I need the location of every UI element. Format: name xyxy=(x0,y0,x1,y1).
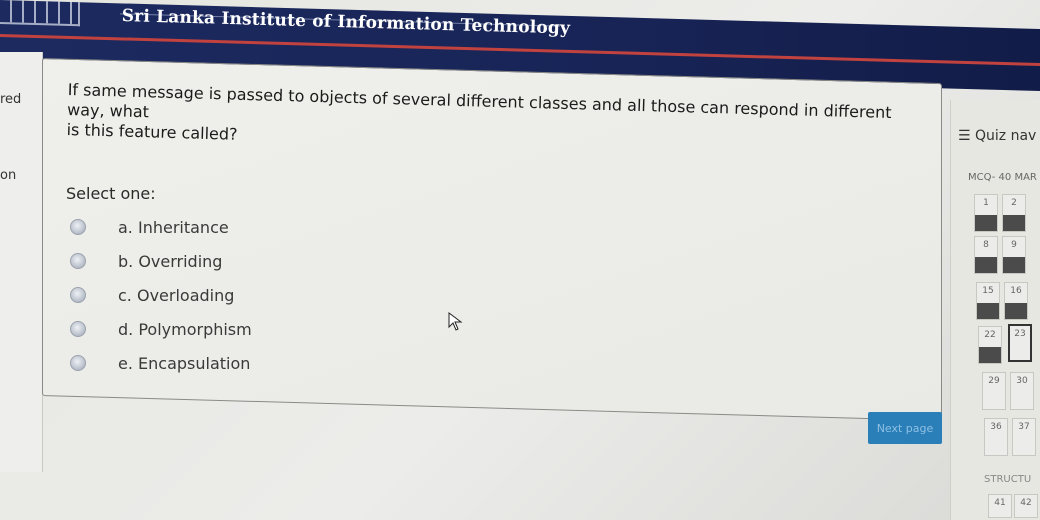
quiz-nav-number: 22 xyxy=(984,330,996,340)
answer-options: a. Inheritance b. Overriding c. Overload… xyxy=(70,210,252,380)
answered-indicator xyxy=(1005,303,1027,319)
quiz-nav-number: 1 xyxy=(983,198,989,208)
left-panel: red on xyxy=(0,52,43,472)
quiz-nav-number: 23 xyxy=(1014,329,1026,339)
institute-logo xyxy=(0,0,80,27)
quiz-nav-number: 37 xyxy=(1018,422,1030,432)
quiz-nav-button[interactable]: 36 xyxy=(984,418,1008,456)
quiz-nav-button[interactable]: 29 xyxy=(982,372,1006,410)
answered-indicator xyxy=(975,257,997,273)
left-fragment-1: red xyxy=(0,92,22,107)
quiz-nav-button[interactable]: 8 xyxy=(974,236,998,274)
option-e[interactable]: e. Encapsulation xyxy=(70,346,252,380)
quiz-nav-number: 15 xyxy=(982,286,994,296)
quiz-nav-number: 9 xyxy=(1011,240,1017,250)
quiz-nav-button[interactable]: 42 xyxy=(1014,494,1038,518)
quiz-nav-button[interactable]: 41 xyxy=(988,494,1012,518)
quiz-nav-title: ☰ Quiz nav xyxy=(958,128,1036,144)
option-label-a[interactable]: a. Inheritance xyxy=(118,218,229,237)
quiz-nav-subtitle: MCQ- 40 MAR xyxy=(968,172,1037,183)
option-label-b[interactable]: b. Overriding xyxy=(118,252,222,271)
next-page-button[interactable]: Next page xyxy=(868,412,942,444)
option-a[interactable]: a. Inheritance xyxy=(70,210,252,244)
quiz-nav-number: 29 xyxy=(988,376,1000,386)
option-label-c[interactable]: c. Overloading xyxy=(118,286,234,305)
radio-button-b[interactable] xyxy=(70,253,86,269)
option-d[interactable]: d. Polymorphism xyxy=(70,312,252,346)
quiz-nav-button[interactable]: 9 xyxy=(1002,236,1026,274)
quiz-nav-title-text: Quiz nav xyxy=(975,128,1037,144)
quiz-nav-button[interactable]: 22 xyxy=(978,326,1002,364)
answered-indicator xyxy=(979,347,1001,363)
quiz-nav-number: 41 xyxy=(994,498,1006,508)
quiz-nav-number: 2 xyxy=(1011,198,1017,208)
quiz-nav-button[interactable]: 15 xyxy=(976,282,1000,320)
answered-indicator xyxy=(1003,257,1025,273)
quiz-nav-button[interactable]: 2 xyxy=(1002,194,1026,232)
quiz-nav-number: 36 xyxy=(990,422,1002,432)
hamburger-icon: ☰ xyxy=(958,128,971,144)
quiz-nav-button[interactable]: 37 xyxy=(1012,418,1036,456)
left-fragment-2: on xyxy=(0,168,17,183)
quiz-nav-button[interactable]: 16 xyxy=(1004,282,1028,320)
mouse-cursor-icon xyxy=(448,312,463,331)
option-b[interactable]: b. Overriding xyxy=(70,244,252,278)
quiz-nav-number: 16 xyxy=(1010,286,1022,296)
radio-button-a[interactable] xyxy=(70,219,86,235)
radio-button-e[interactable] xyxy=(70,355,86,371)
select-one-prompt: Select one: xyxy=(66,184,156,203)
option-label-d[interactable]: d. Polymorphism xyxy=(118,320,252,339)
quiz-nav-number: 30 xyxy=(1016,376,1028,386)
radio-button-c[interactable] xyxy=(70,287,86,303)
question-line-2: is this feature called? xyxy=(66,119,238,144)
quiz-nav-button[interactable]: 30 xyxy=(1010,372,1034,410)
option-c[interactable]: c. Overloading xyxy=(70,278,252,312)
section-label: STRUCTU xyxy=(984,474,1032,485)
answered-indicator xyxy=(977,303,999,319)
quiz-nav-button[interactable]: 1 xyxy=(974,194,998,232)
answered-indicator xyxy=(975,215,997,231)
option-label-e[interactable]: e. Encapsulation xyxy=(118,354,250,373)
answered-indicator xyxy=(1003,215,1025,231)
quiz-nav-number: 42 xyxy=(1020,498,1032,508)
quiz-nav-button-current[interactable]: 23 xyxy=(1008,324,1032,362)
radio-button-d[interactable] xyxy=(70,321,86,337)
quiz-nav-number: 8 xyxy=(983,240,989,250)
